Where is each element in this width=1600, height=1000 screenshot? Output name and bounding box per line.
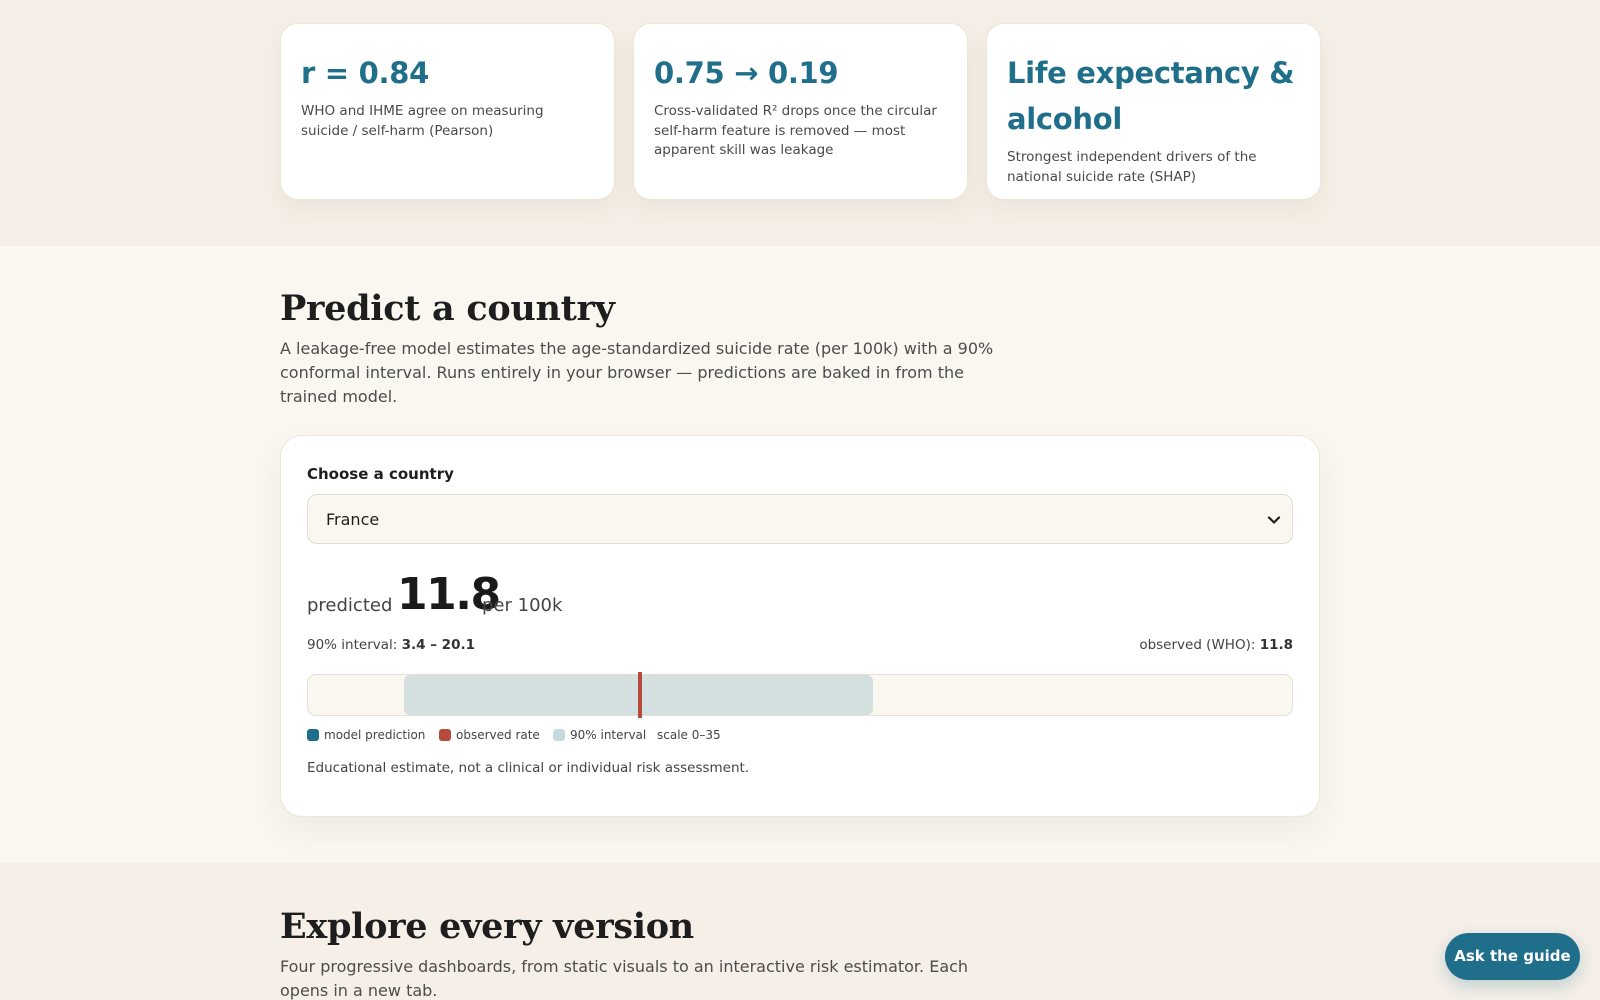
predict-section-title: Predict a country	[280, 288, 615, 329]
explore-section-subtitle: Four progressive dashboards, from static…	[280, 957, 969, 1000]
legend-label: observed rate	[456, 728, 540, 742]
stat-value: 0.75 → 0.19	[654, 56, 839, 90]
observed-readout: observed (WHO): 11.8	[1139, 637, 1293, 653]
legend-scale: scale 0–35	[657, 728, 721, 742]
stat-card-drivers: Life expectancy & alcohol Strongest inde…	[986, 23, 1321, 200]
rate-scale-bar	[307, 672, 1293, 718]
predicted-label: predicted	[307, 595, 393, 616]
legend-observed: observed rate	[439, 728, 540, 742]
ask-guide-button[interactable]: Ask the guide	[1445, 933, 1580, 980]
stat-description: Cross-validated R² drops once the circul…	[654, 103, 937, 158]
legend-swatch	[439, 729, 451, 741]
predicted-unit: per 100k	[482, 595, 563, 616]
disclaimer: Educational estimate, not a clinical or …	[307, 760, 750, 776]
predict-section-subtitle: A leakage-free model estimates the age-s…	[280, 339, 994, 406]
observed-marker	[637, 672, 642, 718]
stat-card-r2-drop: 0.75 → 0.19 Cross-validated R² drops onc…	[633, 23, 968, 200]
stat-value: r = 0.84	[301, 56, 429, 90]
explore-section-title: Explore every version	[280, 906, 694, 947]
interval-value: 3.4 – 20.1	[401, 637, 475, 653]
predict-card: Choose a country France predicted 11.8 p…	[280, 435, 1320, 817]
stat-value: Life expectancy & alcohol	[1007, 56, 1295, 136]
country-select-label: Choose a country	[307, 465, 454, 483]
observed-value: 11.8	[1259, 637, 1293, 653]
country-select[interactable]: France	[307, 494, 1293, 544]
legend-prediction: model prediction	[307, 728, 425, 742]
chevron-down-icon	[1267, 516, 1281, 524]
stat-description: WHO and IHME agree on measuring suicide …	[301, 103, 544, 139]
country-select-value: France	[326, 510, 380, 529]
legend-swatch	[307, 729, 319, 741]
legend-label: 90% interval	[570, 728, 647, 742]
interval-readout: 90% interval: 3.4 – 20.1	[307, 637, 475, 653]
observed-label: observed (WHO):	[1139, 637, 1260, 653]
legend-swatch	[553, 729, 565, 741]
stat-card-correlation: r = 0.84 WHO and IHME agree on measuring…	[280, 23, 615, 200]
stat-description: Strongest independent drivers of the nat…	[1007, 149, 1257, 185]
legend-label: model prediction	[324, 728, 426, 742]
interval-label: 90% interval:	[307, 637, 402, 653]
legend-interval: 90% interval	[553, 728, 646, 742]
